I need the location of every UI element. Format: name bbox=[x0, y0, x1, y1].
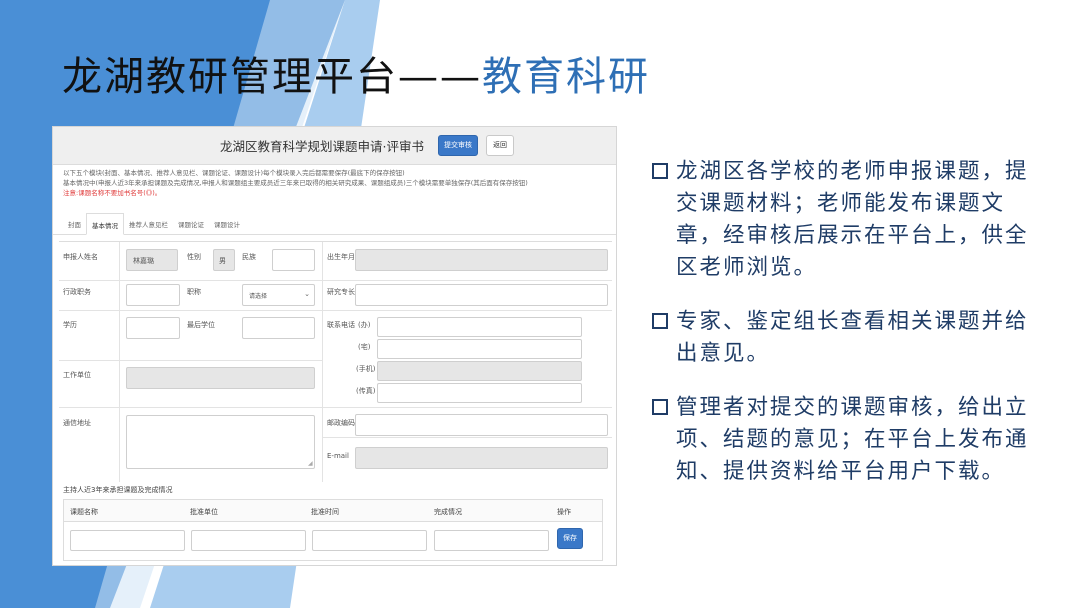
postcode-label: 邮政编码 bbox=[327, 419, 355, 427]
back-button[interactable]: 返回 bbox=[485, 135, 514, 156]
row-divider bbox=[59, 360, 322, 361]
address-textarea[interactable] bbox=[126, 415, 315, 469]
gender-label: 性别 bbox=[187, 253, 201, 261]
postcode-input[interactable] bbox=[355, 414, 608, 436]
gender-value: 男 bbox=[219, 257, 226, 265]
basic-info-form: 申报人姓名 林嘉璐 性别 男 民族 出生年月 行政职务 职称 请选择 ⌄ 研究专… bbox=[59, 241, 612, 482]
slide-title: 龙湖教研管理平台——教育科研 bbox=[62, 44, 650, 102]
bullet-item: 龙湖区各学校的老师申报课题，提交课题材料；老师能发布课题文章，经审核后展示在平台… bbox=[650, 156, 1040, 284]
tab-basic-info[interactable]: 基本情况 bbox=[86, 213, 124, 235]
bullet-text: 专家、鉴定组长查看相关课题并给出意见。 bbox=[676, 309, 1029, 366]
bullet-item: 管理者对提交的课题审核，给出立项、结题的意见；在平台上发布通知、提供资料给平台用… bbox=[650, 392, 1040, 488]
history-save-button[interactable]: 保存 bbox=[557, 528, 583, 549]
tab-argument[interactable]: 课题论证 bbox=[173, 213, 209, 234]
phone-fax-label: (传真) bbox=[356, 387, 376, 395]
email-label: E-mail bbox=[327, 452, 349, 460]
email-field[interactable] bbox=[355, 447, 608, 469]
square-bullet-icon bbox=[652, 399, 668, 415]
notice-line-2: 基本情况中(申报人近3年来承担课题及完成情况,申报人和课题组主要成员近三年来已取… bbox=[63, 179, 528, 187]
history-project-name-input[interactable] bbox=[70, 530, 185, 551]
tab-recommender[interactable]: 推荐人意见栏 bbox=[124, 213, 173, 234]
phone-office-label: (办) bbox=[358, 321, 371, 329]
tab-design[interactable]: 课题设计 bbox=[209, 213, 245, 234]
col-actions: 操作 bbox=[557, 508, 571, 516]
history-title: 主持人近3年来承担课题及完成情况 bbox=[63, 486, 173, 494]
phone-label: 联系电话 bbox=[327, 321, 355, 329]
education-input[interactable] bbox=[126, 317, 180, 339]
submit-review-button[interactable]: 提交审核 bbox=[437, 135, 478, 156]
phone-home-label: (宅) bbox=[358, 343, 371, 351]
address-label: 通信地址 bbox=[63, 419, 91, 427]
square-bullet-icon bbox=[652, 163, 668, 179]
app-screenshot: 龙湖区教育科学规划课题申请·评审书 提交审核 返回 以下五个模块(封面、基本情况… bbox=[52, 126, 617, 566]
bullet-list: 龙湖区各学校的老师申报课题，提交课题材料；老师能发布课题文章，经审核后展示在平台… bbox=[650, 156, 1040, 510]
warning-text: 注意:课题名称不要加书名号(《》)。 bbox=[63, 189, 162, 197]
research-specialty-input[interactable] bbox=[355, 284, 608, 306]
phone-home-input[interactable] bbox=[377, 339, 582, 359]
slide-title-dash: —— bbox=[398, 54, 482, 100]
history-table-header: 课题名称 批准单位 批准时间 完成情况 操作 bbox=[64, 500, 602, 522]
form-title: 龙湖区教育科学规划课题申请·评审书 bbox=[220, 139, 424, 154]
applicant-name-label: 申报人姓名 bbox=[63, 253, 98, 261]
row-divider bbox=[59, 280, 612, 281]
resize-handle-icon[interactable]: ◢ bbox=[308, 460, 313, 467]
col-completion: 完成情况 bbox=[434, 508, 462, 516]
phone-mobile-label: (手机) bbox=[356, 365, 376, 373]
row-divider bbox=[59, 310, 612, 311]
job-title-select[interactable]: 请选择 ⌄ bbox=[242, 284, 315, 306]
workplace-field[interactable] bbox=[126, 367, 315, 389]
notice-box: 以下五个模块(封面、基本情况、推荐人意见栏、课题论证、课题设计)每个模块录入完后… bbox=[53, 165, 616, 198]
job-title-label: 职称 bbox=[187, 288, 201, 296]
col-divider bbox=[322, 242, 323, 482]
bullet-text: 龙湖区各学校的老师申报课题，提交课题材料；老师能发布课题文章，经审核后展示在平台… bbox=[676, 159, 1029, 280]
col-approving-unit: 批准单位 bbox=[190, 508, 218, 516]
bullet-text: 管理者对提交的课题审核，给出立项、结题的意见；在平台上发布通知、提供资料给平台用… bbox=[676, 395, 1029, 484]
education-label: 学历 bbox=[63, 321, 77, 329]
square-bullet-icon bbox=[652, 313, 668, 329]
final-degree-input[interactable] bbox=[242, 317, 315, 339]
phone-fax-input[interactable] bbox=[377, 383, 582, 403]
col-approval-time: 批准时间 bbox=[311, 508, 339, 516]
col-project-name: 课题名称 bbox=[70, 508, 98, 516]
bullet-item: 专家、鉴定组长查看相关课题并给出意见。 bbox=[650, 306, 1040, 370]
tab-cover[interactable]: 封面 bbox=[63, 213, 86, 234]
history-approving-unit-input[interactable] bbox=[191, 530, 306, 551]
col-divider bbox=[119, 242, 120, 482]
slide-title-sub: 教育科研 bbox=[482, 54, 650, 100]
form-tabs: 封面 基本情况 推荐人意见栏 课题论证 课题设计 bbox=[53, 213, 616, 235]
final-degree-label: 最后学位 bbox=[187, 321, 215, 329]
admin-position-input[interactable] bbox=[126, 284, 180, 306]
job-title-select-value: 请选择 bbox=[249, 293, 268, 300]
row-divider bbox=[322, 437, 612, 438]
birth-date-label: 出生年月 bbox=[327, 253, 355, 261]
ethnicity-input[interactable] bbox=[272, 249, 315, 271]
research-specialty-label: 研究专长 bbox=[327, 288, 355, 296]
history-approval-time-input[interactable] bbox=[312, 530, 427, 551]
workplace-label: 工作单位 bbox=[63, 371, 91, 379]
notice-line-1: 以下五个模块(封面、基本情况、推荐人意见栏、课题论证、课题设计)每个模块录入完后… bbox=[63, 169, 405, 177]
row-divider bbox=[59, 407, 612, 408]
chevron-down-icon: ⌄ bbox=[304, 290, 310, 298]
admin-position-label: 行政职务 bbox=[63, 288, 91, 296]
phone-office-input[interactable] bbox=[377, 317, 582, 337]
ethnicity-label: 民族 bbox=[242, 253, 256, 261]
history-completion-input[interactable] bbox=[434, 530, 549, 551]
applicant-name-value: 林嘉璐 bbox=[133, 257, 154, 265]
phone-mobile-field[interactable] bbox=[377, 361, 582, 381]
history-table: 课题名称 批准单位 批准时间 完成情况 操作 保存 bbox=[63, 499, 603, 561]
birth-date-field[interactable] bbox=[355, 249, 608, 271]
form-header: 龙湖区教育科学规划课题申请·评审书 提交审核 返回 bbox=[53, 127, 616, 165]
slide-title-main: 龙湖教研管理平台 bbox=[62, 54, 398, 100]
